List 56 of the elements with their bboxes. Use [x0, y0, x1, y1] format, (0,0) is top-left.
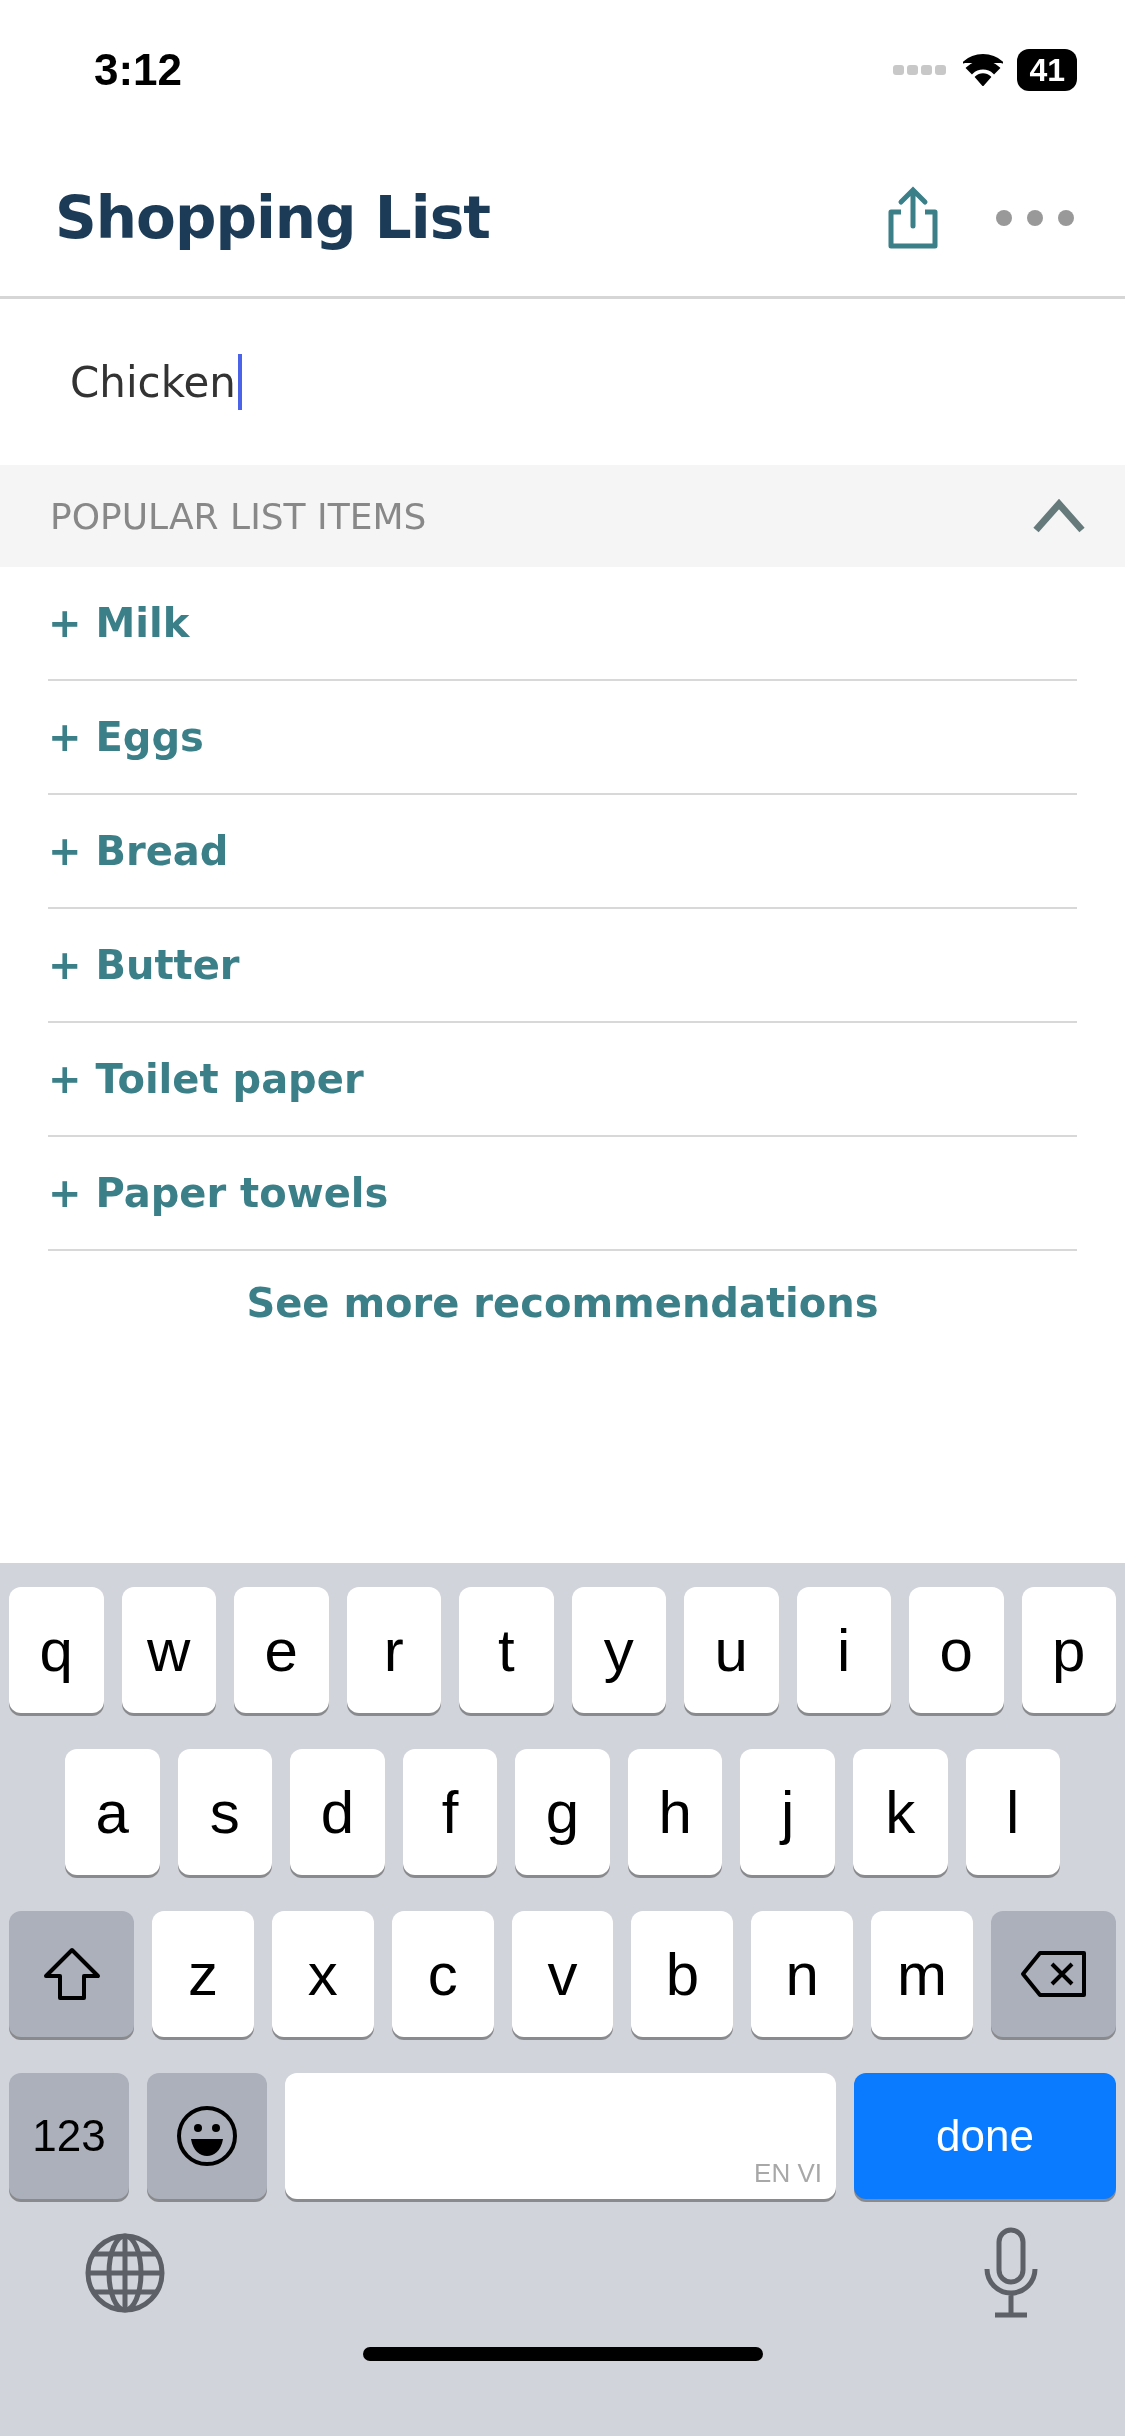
more-button[interactable]: [995, 209, 1075, 227]
keyboard-key[interactable]: i: [796, 1587, 891, 1713]
keyboard-key[interactable]: f: [402, 1749, 498, 1875]
suggestion-item[interactable]: + Toilet paper: [48, 1023, 1077, 1137]
keyboard-key[interactable]: z: [152, 1911, 254, 2037]
keyboard-key[interactable]: p: [1021, 1587, 1116, 1713]
keyboard-key[interactable]: k: [852, 1749, 948, 1875]
keyboard-key[interactable]: r: [346, 1587, 441, 1713]
keyboard-key[interactable]: a: [65, 1749, 160, 1875]
keyboard-key[interactable]: o: [909, 1587, 1004, 1713]
keyboard-key[interactable]: v: [511, 1911, 614, 2037]
see-more-link[interactable]: See more recommendations: [240, 1279, 885, 1327]
more-icon: [995, 209, 1075, 227]
keyboard-key[interactable]: u: [684, 1587, 779, 1713]
keyboard-key[interactable]: n: [751, 1911, 854, 2037]
page-title: Shopping List: [55, 184, 491, 252]
keyboard-key[interactable]: d: [290, 1749, 385, 1875]
text-caret: [238, 354, 242, 410]
suggestion-item[interactable]: + Paper towels: [48, 1137, 1077, 1251]
collapse-button[interactable]: [1033, 498, 1085, 534]
suggestion-item[interactable]: + Milk: [48, 567, 1077, 681]
shift-icon: [41, 1946, 102, 2002]
smiley-icon: [176, 2105, 238, 2167]
keyboard-key[interactable]: s: [177, 1749, 273, 1875]
wifi-icon: [963, 54, 1004, 86]
keyboard-key[interactable]: h: [627, 1749, 723, 1875]
share-button[interactable]: [887, 186, 939, 250]
keyboard-key[interactable]: e: [234, 1587, 329, 1713]
numbers-key[interactable]: 123: [9, 2073, 129, 2199]
suggestion-item[interactable]: + Bread: [48, 795, 1077, 909]
keyboard-key[interactable]: g: [515, 1749, 610, 1875]
keyboard-key[interactable]: m: [871, 1911, 973, 2037]
globe-icon: [84, 2232, 166, 2314]
battery-level: 41: [1017, 49, 1077, 91]
keyboard-key[interactable]: j: [740, 1749, 835, 1875]
shift-key[interactable]: [9, 1911, 134, 2037]
emoji-key[interactable]: [147, 2073, 267, 2199]
keyboard-key[interactable]: t: [459, 1587, 554, 1713]
keyboard-key[interactable]: q: [9, 1587, 104, 1713]
keyboard-key[interactable]: y: [571, 1587, 666, 1713]
keyboard-key[interactable]: x: [271, 1911, 374, 2037]
section-title: POPULAR LIST ITEMS: [50, 495, 427, 537]
status-time: 3:12: [94, 45, 183, 95]
share-icon: [887, 186, 939, 250]
keyboard-key[interactable]: l: [965, 1749, 1061, 1875]
keyboard-key[interactable]: b: [631, 1911, 734, 2037]
keyboard-key[interactable]: w: [121, 1587, 216, 1713]
suggestion-item[interactable]: + Eggs: [48, 681, 1077, 795]
backspace-icon: [1019, 1950, 1088, 1998]
chevron-up-icon: [1033, 498, 1085, 534]
item-input-field[interactable]: Chicken: [70, 354, 242, 410]
done-key[interactable]: done: [854, 2073, 1116, 2199]
suggestion-item[interactable]: + Butter: [48, 909, 1077, 1023]
language-label: EN VI: [754, 2158, 822, 2189]
keyboard-key[interactable]: c: [391, 1911, 494, 2037]
delete-key[interactable]: [991, 1911, 1116, 2037]
